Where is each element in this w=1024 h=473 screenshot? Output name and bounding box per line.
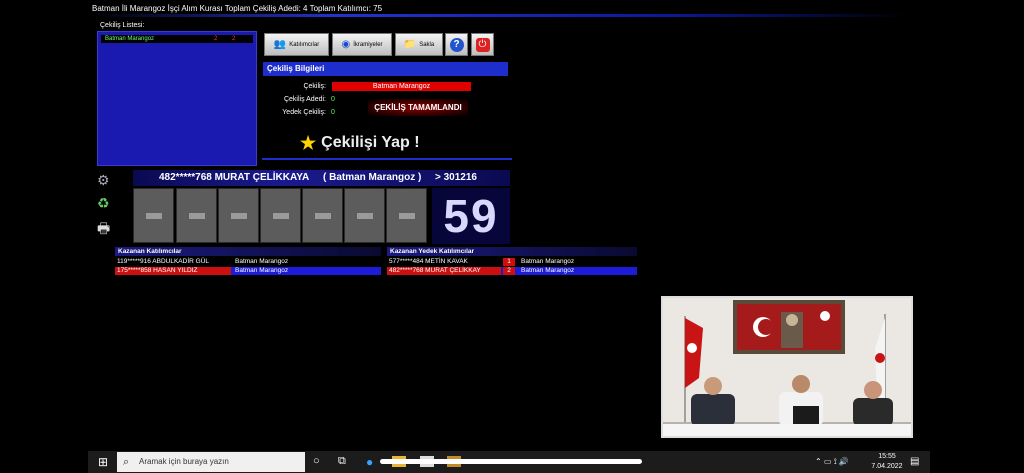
table-row[interactable]: 119*****916 ABDULKADİR GÜL Batman Marang… — [115, 258, 381, 266]
clock-time: 15:55 — [878, 453, 896, 460]
reserve-id: 482*****768 MURAT ÇELİKKAY — [389, 267, 481, 274]
app-title: Batman İli Marangoz İşçi Alım Kurası Top… — [92, 4, 383, 13]
cortana-icon[interactable]: ○ — [313, 455, 320, 467]
winners-header: Kazanan Katılımcılar — [115, 247, 381, 256]
digit-slot — [260, 188, 301, 243]
participants-button[interactable]: 👥 Katılımcılar — [264, 33, 329, 56]
draw-value: Batman Marangoz — [332, 82, 471, 91]
notification-icon[interactable]: ▤ — [910, 456, 919, 467]
reserve-group: Batman Marangoz — [521, 267, 575, 274]
reserve-group: Batman Marangoz — [521, 258, 575, 265]
gear-icon[interactable]: ⚙ — [97, 172, 110, 189]
reserve-count-value: 0 — [331, 109, 335, 116]
power-button[interactable]: ⏻ — [471, 33, 494, 56]
folder-icon: 📁 — [403, 38, 417, 50]
reserve-count-label: Yedek Çekiliş: — [282, 109, 326, 116]
video-scene — [663, 298, 911, 436]
video-feed — [661, 296, 913, 438]
digit-slot — [218, 188, 259, 243]
digit-slot — [133, 188, 174, 243]
digit-slot — [176, 188, 217, 243]
edge-icon[interactable]: ● — [366, 455, 373, 469]
draw-label: Çekiliş: — [303, 83, 326, 90]
participants-button-label: Katılımcılar — [289, 41, 320, 48]
star-icon: ★ — [300, 132, 317, 153]
winner-group: ( Batman Marangoz ) — [323, 172, 422, 183]
search-input[interactable]: ⌕ Aramak için buraya yazın — [117, 452, 305, 472]
draw-count-label: Çekiliş Adedi: — [283, 96, 326, 103]
windows-icon[interactable]: ⊞ — [98, 455, 108, 469]
reserve-rank: 1 — [503, 258, 515, 266]
printer-icon[interactable]: 🖶 — [97, 218, 110, 242]
list-item-count: 2 — [232, 36, 236, 42]
tray-icons[interactable]: ⌃ ▭ ⟟ 🔊 — [815, 457, 849, 467]
winner-id: 119*****916 ABDULKADİR GÜL — [117, 258, 210, 265]
title-divider — [90, 14, 910, 17]
draw-count-value: 0 — [331, 96, 335, 103]
divider — [262, 158, 512, 160]
task-view-icon[interactable]: ⧉ — [338, 455, 346, 468]
globe-icon: ◉ — [341, 38, 351, 50]
table-row[interactable]: 175*****858 HASAN YILDIZ Batman Marangoz — [115, 267, 381, 275]
digit-slot — [386, 188, 427, 243]
power-icon: ⏻ — [475, 37, 490, 52]
draw-info-header: Çekiliş Bilgileri — [263, 62, 508, 76]
draw-button-label: Çekilişi Yap ! — [321, 134, 420, 151]
list-item[interactable]: Batman Marangoz 2 2 — [101, 35, 253, 43]
reserve-id: 577*****484 METİN KAVAK — [389, 258, 468, 265]
save-button[interactable]: 📁 Sakla — [395, 33, 443, 56]
digit-slot — [302, 188, 343, 243]
winner-banner: 482*****768 MURAT ÇELİKKAYA ( Batman Mar… — [133, 170, 510, 186]
recycle-icon[interactable]: ♻ — [97, 195, 110, 212]
winner-group: Batman Marangoz — [235, 267, 289, 274]
help-button[interactable]: ? — [445, 33, 468, 56]
search-icon: ⌕ — [123, 456, 130, 468]
video-progress-bar[interactable] — [380, 459, 642, 464]
list-item-count: 2 — [214, 36, 218, 42]
drawn-number: 59 — [432, 188, 510, 244]
table-row[interactable]: 482*****768 MURAT ÇELİKKAY 2 Batman Mara… — [387, 267, 637, 275]
bonus-button-label: İkramiyeler — [353, 41, 383, 48]
list-item-name: Batman Marangoz — [105, 36, 155, 42]
winner-code: > 301216 — [435, 172, 477, 183]
clock-date: 7.04.2022 — [871, 463, 903, 470]
draw-list[interactable]: Batman Marangoz 2 2 — [97, 31, 257, 166]
status-badge: ÇEKİLİŞ TAMAMLANDI — [368, 99, 468, 116]
winner-id: 175*****858 HASAN YILDIZ — [117, 267, 198, 274]
users-icon: 👥 — [273, 38, 287, 50]
winner-name: 482*****768 MURAT ÇELİKKAYA — [159, 172, 310, 183]
reserve-rank: 2 — [503, 267, 515, 275]
help-icon: ? — [449, 37, 464, 52]
draw-button[interactable]: ★ Çekilişi Yap ! — [300, 132, 420, 154]
bonus-button[interactable]: ◉ İkramiyeler — [332, 33, 392, 56]
reserves-header: Kazanan Yedek Katılımcılar — [387, 247, 637, 256]
table-row[interactable]: 577*****484 METİN KAVAK 1 Batman Marango… — [387, 258, 637, 266]
digit-slot — [344, 188, 385, 243]
save-button-label: Sakla — [419, 41, 435, 48]
search-placeholder: Aramak için buraya yazın — [139, 457, 229, 466]
winner-group: Batman Marangoz — [235, 258, 289, 265]
draw-list-label: Çekiliş Listesi: — [100, 22, 145, 29]
